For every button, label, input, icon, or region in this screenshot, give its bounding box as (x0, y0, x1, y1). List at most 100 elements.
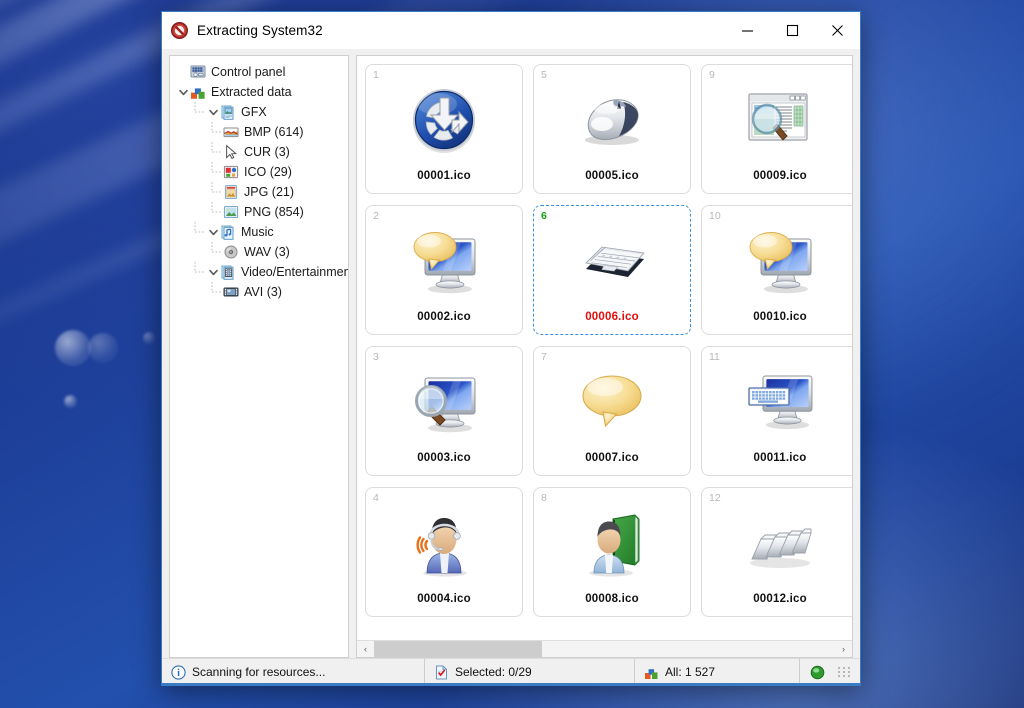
scroll-left-button[interactable]: ‹ (357, 641, 374, 657)
maximize-button[interactable] (770, 12, 815, 49)
tree-item-jpg-21[interactable]: JPG (21) (170, 182, 348, 202)
icon-cell[interactable]: 1 00001.ico (365, 64, 523, 194)
icon-cell[interactable]: 8 00008.ico (533, 487, 691, 617)
tree-guide-line (210, 242, 223, 262)
tree-item-ico-29[interactable]: ICO (29) (170, 162, 348, 182)
download-badge-icon (366, 65, 522, 170)
speech-bubble-icon (534, 347, 690, 452)
tree-guide-line (193, 102, 206, 122)
indicator-cell (800, 659, 860, 685)
scrollbar-track[interactable] (374, 641, 835, 657)
scroll-right-button[interactable]: › (835, 641, 852, 657)
icon-cell[interactable]: 3 00003.ico (365, 346, 523, 476)
keyboard-flat-icon (534, 206, 690, 311)
icon-cell[interactable]: 10 00010.ico (701, 205, 852, 335)
icon-cell[interactable]: 4 00004.ico (365, 487, 523, 617)
tree-guide-line (210, 162, 223, 182)
chevron-down-icon[interactable] (206, 267, 220, 278)
selected-count-cell: Selected: 0/29 (425, 659, 635, 685)
icon-cell-number: 2 (373, 210, 379, 222)
wallpaper-bubble (143, 332, 155, 344)
chevron-down-icon[interactable] (176, 87, 190, 98)
caption-buttons (725, 12, 860, 49)
icon-cell-label: 00010.ico (753, 311, 807, 323)
tree-item-video-entertainment[interactable]: Video/Entertainment (170, 262, 348, 282)
status-message: Scanning for resources... (192, 665, 326, 679)
status-bar: Scanning for resources... Selected: 0/29 (162, 658, 860, 685)
icon-grid: 1 00001.ico 5 00005.ico 9 00009.ico 2 00… (357, 56, 852, 640)
wallpaper-bubble (55, 330, 91, 366)
icon-cell[interactable]: 6 00006.ico (533, 205, 691, 335)
icon-cell[interactable]: 9 00009.ico (701, 64, 852, 194)
tree-item-png-854[interactable]: PNG (854) (170, 202, 348, 222)
icon-cell-number: 9 (709, 69, 715, 81)
icon-cell-number: 7 (541, 351, 547, 363)
tree-item-bmp-614[interactable]: BMP (614) (170, 122, 348, 142)
horizontal-scrollbar[interactable]: ‹ › (357, 640, 852, 657)
jpg-file-icon (223, 184, 239, 200)
blocks-icon (644, 665, 659, 680)
resource-tree: Control panel Extracted data GFX BMP (614) C… (170, 62, 348, 302)
blocks-icon (190, 84, 206, 100)
tree-item-label: BMP (614) (244, 125, 304, 139)
tree-item-label: ICO (29) (244, 165, 292, 179)
icon-cell-label: 00009.ico (753, 170, 807, 182)
tree-item-cur-3[interactable]: CUR (3) (170, 142, 348, 162)
resize-grip[interactable] (837, 667, 851, 677)
wallpaper-bubble (64, 395, 77, 408)
icon-cell-number: 3 (373, 351, 379, 363)
icon-cell[interactable]: 7 00007.ico (533, 346, 691, 476)
tree-item-avi-3[interactable]: AVI (3) (170, 282, 348, 302)
png-file-icon (223, 204, 239, 220)
control-panel-icon (190, 64, 206, 80)
icon-cell[interactable]: 2 00002.ico (365, 205, 523, 335)
monitor-keyboard-icon (702, 347, 852, 452)
minimize-icon (742, 30, 753, 32)
chevron-down-icon[interactable] (206, 227, 220, 238)
tree-item-music[interactable]: Music (170, 222, 348, 242)
wallpaper-bubble (88, 333, 118, 363)
maximize-icon (786, 24, 799, 37)
icon-cell-label: 00003.ico (417, 452, 471, 464)
close-button[interactable] (815, 12, 860, 49)
tree-item-label: GFX (241, 105, 267, 119)
wav-file-icon (223, 244, 239, 260)
tree-item-gfx[interactable]: GFX (170, 102, 348, 122)
checked-document-icon (434, 665, 449, 680)
icon-cell-label: 00005.ico (585, 170, 639, 182)
user-headset-icon (366, 488, 522, 593)
scrollbar-thumb[interactable] (374, 641, 543, 657)
tree-item-wav-3[interactable]: WAV (3) (170, 242, 348, 262)
chevron-down-icon[interactable] (206, 107, 220, 118)
all-count: All: 1 527 (665, 665, 716, 679)
icon-cell-number: 8 (541, 492, 547, 504)
tree-guide-line (210, 122, 223, 142)
tree-item-extracted-data[interactable]: Extracted data (170, 82, 348, 102)
tree-item-label: CUR (3) (244, 145, 290, 159)
tree-item-label: Control panel (211, 65, 286, 79)
icon-cell[interactable]: 5 00005.ico (533, 64, 691, 194)
desktop-background: Extracting System32 Control panel Extrac… (0, 0, 1024, 708)
icon-cell-label: 00012.ico (753, 593, 807, 605)
minimize-button[interactable] (725, 12, 770, 49)
stop-sign-icon (171, 22, 188, 39)
all-count-cell: All: 1 527 (635, 659, 800, 685)
tree-item-control-panel[interactable]: Control panel (170, 62, 348, 82)
icon-cell-label: 00008.ico (585, 593, 639, 605)
icon-cell[interactable]: 11 00011.ico (701, 346, 852, 476)
icon-cell-number: 4 (373, 492, 379, 504)
tree-guide-line (210, 282, 223, 302)
icon-cell[interactable]: 12 00012.ico (701, 487, 852, 617)
resource-tree-panel[interactable]: Control panel Extracted data GFX BMP (614) C… (169, 55, 349, 658)
window-bottom-accent (162, 683, 860, 685)
status-message-cell: Scanning for resources... (162, 659, 425, 685)
icon-cell-label: 00006.ico (585, 311, 639, 323)
icon-cell-number: 12 (709, 492, 721, 504)
icon-cell-label: 00004.ico (417, 593, 471, 605)
